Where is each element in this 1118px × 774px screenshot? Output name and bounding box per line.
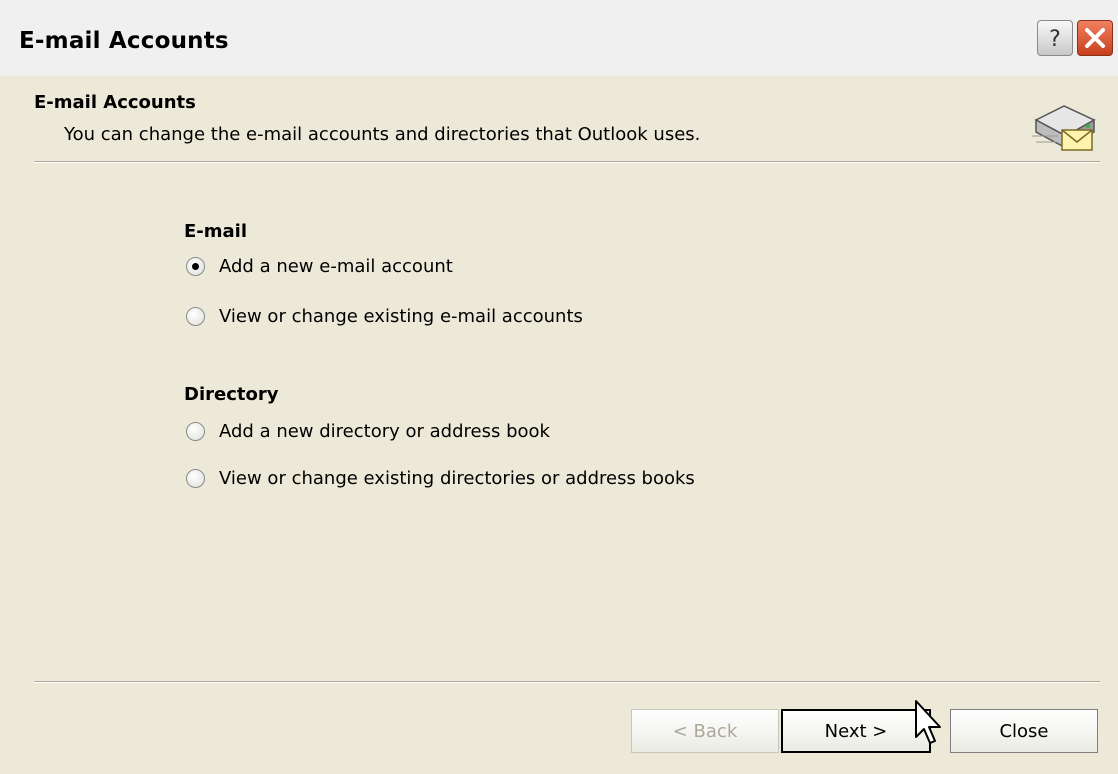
close-button[interactable]: Close xyxy=(950,709,1098,753)
email-group-label: E-mail xyxy=(184,221,248,242)
help-button[interactable]: ? xyxy=(1037,20,1073,56)
question-mark-icon: ? xyxy=(1049,27,1061,52)
back-button[interactable]: < Back xyxy=(631,709,779,753)
close-icon xyxy=(1085,28,1105,48)
view-email-accounts-option[interactable]: View or change existing e-mail accounts xyxy=(186,306,583,327)
window-close-button[interactable] xyxy=(1077,20,1113,56)
svg-text:?: ? xyxy=(1049,27,1061,52)
next-button[interactable]: Next > xyxy=(781,709,931,753)
add-email-account-option[interactable]: Add a new e-mail account xyxy=(186,256,453,277)
window-title: E-mail Accounts xyxy=(19,28,229,54)
header-title: E-mail Accounts xyxy=(34,92,196,113)
option-label: View or change existing e-mail accounts xyxy=(219,306,583,327)
email-accounts-dialog: E-mail Accounts ? E-mail Accounts You ca… xyxy=(0,0,1118,774)
option-label: View or change existing directories or a… xyxy=(219,468,695,489)
radio-button-checked[interactable] xyxy=(186,257,205,276)
radio-button[interactable] xyxy=(186,307,205,326)
dialog-header xyxy=(0,76,1118,164)
view-directories-option[interactable]: View or change existing directories or a… xyxy=(186,468,695,489)
radio-button[interactable] xyxy=(186,469,205,488)
directory-group-label: Directory xyxy=(184,384,279,405)
footer-separator xyxy=(34,681,1100,683)
radio-button[interactable] xyxy=(186,422,205,441)
title-bar[interactable]: E-mail Accounts ? xyxy=(0,0,1118,77)
option-label: Add a new e-mail account xyxy=(219,256,453,277)
header-separator xyxy=(34,161,1100,163)
add-directory-option[interactable]: Add a new directory or address book xyxy=(186,421,550,442)
option-label: Add a new directory or address book xyxy=(219,421,550,442)
mail-server-icon xyxy=(1032,105,1096,151)
mouse-pointer-icon xyxy=(915,700,941,744)
header-subtitle: You can change the e-mail accounts and d… xyxy=(64,124,701,145)
